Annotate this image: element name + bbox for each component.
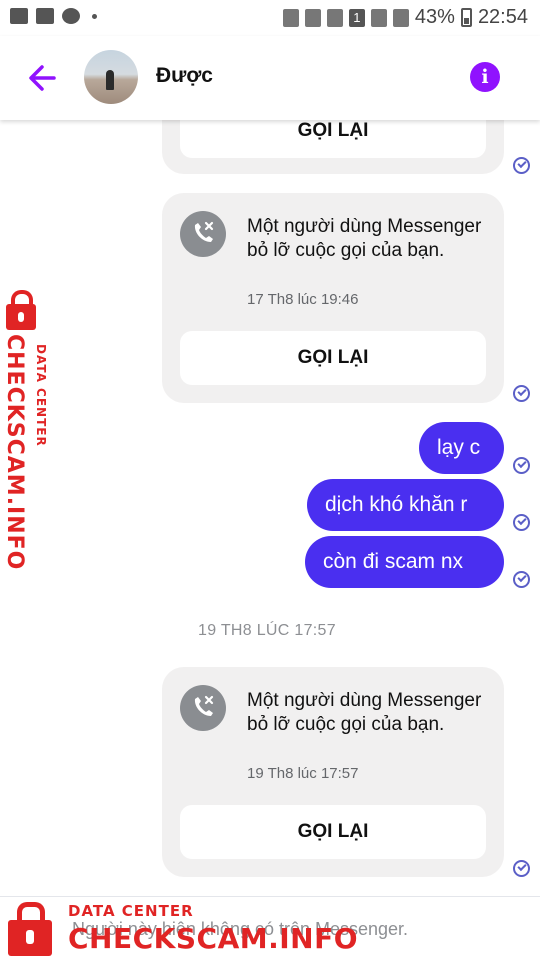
- sent-message[interactable]: còn đi scam nx: [305, 536, 504, 588]
- wifi-icon: [326, 8, 343, 27]
- back-arrow-icon: [29, 65, 56, 91]
- recycle-icon: [304, 8, 321, 27]
- clock: 22:54: [477, 6, 528, 28]
- avatar[interactable]: [84, 50, 138, 104]
- status-bar-notifications: [10, 8, 97, 24]
- seen-check-icon: [513, 860, 530, 877]
- seen-check-icon: [513, 157, 530, 174]
- messenger-icon: [62, 8, 80, 24]
- signal-bars-icon: [392, 8, 409, 27]
- image-icon: [10, 8, 28, 24]
- battery-icon: [460, 8, 472, 27]
- date-separator: 19 TH8 LÚC 17:57: [198, 622, 336, 639]
- sent-message[interactable]: lạy c: [419, 422, 504, 474]
- watermark-bottom-tagline: DATA CENTER: [68, 902, 194, 920]
- call-back-button[interactable]: GỌI LẠI: [180, 805, 486, 859]
- back-button[interactable]: [24, 58, 60, 98]
- watermark-side-tagline: DATA CENTER: [34, 344, 48, 447]
- call-back-button[interactable]: GỌI LẠI: [180, 331, 486, 385]
- lock-icon: [8, 902, 52, 956]
- battery-percent: 43%: [414, 6, 455, 28]
- status-bar: 1 43% 22:54: [0, 0, 540, 36]
- watermark-bottom-lock: [8, 902, 52, 956]
- avatar-figure: [106, 70, 114, 90]
- status-bar-system: 1 43% 22:54: [282, 6, 528, 29]
- alarm-icon: [282, 8, 299, 27]
- more-notifications-icon: [92, 13, 97, 19]
- watermark-bottom-brand: CHECKSCAM.INFO: [68, 922, 359, 955]
- seen-check-icon: [513, 385, 530, 402]
- seen-check-icon: [513, 514, 530, 531]
- missed-call-text: Một người dùng Messenger bỏ lỡ cuộc gọi …: [247, 216, 482, 261]
- sent-message[interactable]: dịch khó khăn r: [307, 479, 504, 531]
- missed-call-text: Một người dùng Messenger bỏ lỡ cuộc gọi …: [247, 690, 482, 735]
- call-timestamp: 19 Th8 lúc 17:57: [247, 765, 359, 782]
- gallery-icon: [36, 8, 54, 24]
- contact-name[interactable]: Được: [156, 64, 213, 88]
- watermark-side-brand: CHECKSCAM.INFO: [2, 334, 27, 571]
- seen-check-icon: [513, 457, 530, 474]
- sim-badge: 1: [348, 8, 365, 27]
- missed-call-card: Một người dùng Messenger bỏ lỡ cuộc gọi …: [162, 193, 504, 403]
- info-icon[interactable]: i: [470, 62, 500, 92]
- conversation-header: Được i: [0, 36, 540, 120]
- seen-check-icon: [513, 571, 530, 588]
- missed-call-icon: [180, 685, 226, 731]
- watermark-side: CHECKSCAM.INFO DATA CENTER: [2, 288, 62, 570]
- signal-icon: [370, 8, 387, 27]
- missed-call-icon: [180, 211, 226, 257]
- lock-icon: [6, 290, 36, 330]
- call-timestamp: 17 Th8 lúc 19:46: [247, 291, 359, 308]
- missed-call-card: Một người dùng Messenger bỏ lỡ cuộc gọi …: [162, 667, 504, 877]
